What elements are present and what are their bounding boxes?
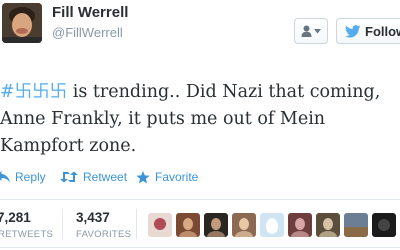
follow-label: Follow: [365, 24, 400, 39]
favorite-button[interactable]: Favorite: [136, 170, 198, 184]
profile-thumbnail-landscape: [344, 213, 368, 237]
favoriter-avatar[interactable]: [288, 213, 312, 237]
profile-thumbnail-photo: [176, 213, 200, 237]
profile-thumbnail-rose: [148, 213, 172, 237]
stats-separator: [62, 209, 63, 239]
reply-button[interactable]: Reply: [0, 170, 46, 184]
tweet-line-1-text: is trending.. Did Nazi that coming,: [67, 82, 380, 102]
profile-thumbnail-photo: [232, 213, 256, 237]
reply-label: Reply: [15, 170, 46, 184]
profile-thumbnail-photo: [316, 213, 340, 237]
favoriter-avatar[interactable]: [148, 213, 172, 237]
favoriter-avatar[interactable]: [316, 213, 340, 237]
retweet-count-label[interactable]: RETWEETS: [0, 229, 53, 240]
profile-thumbnail-dark: [372, 213, 396, 237]
favorite-label: Favorite: [155, 170, 198, 184]
profile-thumbnail-egg: [260, 213, 284, 237]
favoriter-avatar[interactable]: [232, 213, 256, 237]
user-actions-button[interactable]: [294, 18, 328, 44]
favoriter-avatar[interactable]: [344, 213, 368, 237]
tweet-text: #卐卐卐 is trending.. Did Nazi that coming,…: [0, 79, 400, 160]
username[interactable]: @FillWerrell: [52, 25, 123, 40]
profile-thumbnail-photo: [288, 213, 312, 237]
tweet-card: Fill Werrell @FillWerrell Follow #卐卐卐 is…: [0, 0, 400, 250]
hashtag-link[interactable]: #卐卐卐: [0, 82, 67, 102]
divider-top: [0, 199, 400, 200]
favoriter-avatar[interactable]: [204, 213, 228, 237]
profile-thumbnail-photo: [204, 213, 228, 237]
retweet-icon: [60, 171, 78, 183]
favorite-count-label[interactable]: FAVORITES: [76, 229, 131, 240]
tweet-line-2: Anne Frankly, it puts me out of Mein: [0, 106, 400, 133]
favorite-count[interactable]: 3,437: [76, 210, 110, 225]
favoriter-avatar[interactable]: [372, 213, 396, 237]
retweet-count[interactable]: 7,281: [0, 210, 31, 225]
divider-bottom: [0, 247, 400, 248]
star-icon: [136, 171, 150, 184]
favoriter-avatar[interactable]: [260, 213, 284, 237]
twitter-bird-icon: [345, 25, 361, 38]
favoriter-avatar[interactable]: [176, 213, 200, 237]
tweet-line-3: Kampfort zone.: [0, 133, 400, 160]
tweet-line-1: #卐卐卐 is trending.. Did Nazi that coming,: [0, 79, 400, 106]
follow-button[interactable]: Follow: [336, 18, 400, 44]
display-name[interactable]: Fill Werrell: [52, 4, 128, 21]
chevron-down-icon: [314, 29, 321, 34]
reply-icon: [0, 171, 10, 183]
avatar[interactable]: [2, 3, 42, 43]
user-icon: [301, 25, 312, 37]
retweet-label: Retweet: [83, 170, 127, 184]
stats-separator-2: [136, 209, 137, 239]
retweet-button[interactable]: Retweet: [60, 170, 127, 184]
